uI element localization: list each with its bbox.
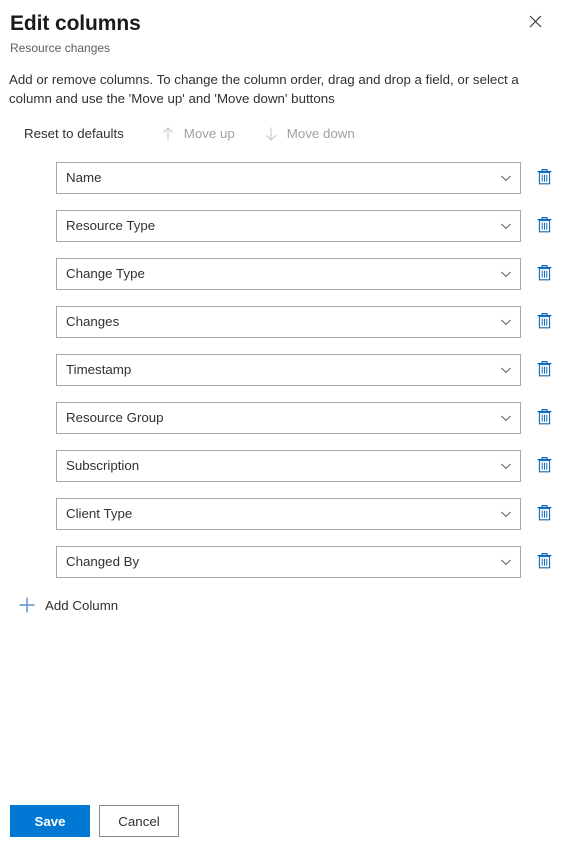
- column-dropdown-5[interactable]: Resource Group: [56, 402, 521, 434]
- column-row: Change Type: [0, 258, 562, 290]
- chevron-down-icon: [492, 412, 520, 424]
- column-dropdown-3[interactable]: Changes: [56, 306, 521, 338]
- delete-column-button-2[interactable]: [529, 259, 559, 289]
- delete-column-button-8[interactable]: [529, 547, 559, 577]
- close-button[interactable]: [520, 6, 550, 36]
- trash-icon: [536, 216, 553, 237]
- columns-list: Name Resource Type Change Type Changes T…: [0, 146, 562, 578]
- column-dropdown-label: Resource Group: [66, 410, 164, 425]
- add-column-label: Add Column: [45, 597, 119, 613]
- column-dropdown-2[interactable]: Change Type: [56, 258, 521, 290]
- column-dropdown-label: Name: [66, 170, 102, 185]
- column-dropdown-7[interactable]: Client Type: [56, 498, 521, 530]
- trash-icon: [536, 504, 553, 525]
- arrow-up-icon: [160, 125, 177, 142]
- delete-column-button-1[interactable]: [529, 211, 559, 241]
- column-row: Changes: [0, 306, 562, 338]
- chevron-down-icon: [492, 508, 520, 520]
- delete-column-button-0[interactable]: [529, 163, 559, 193]
- column-dropdown-4[interactable]: Timestamp: [56, 354, 521, 386]
- delete-column-button-4[interactable]: [529, 355, 559, 385]
- chevron-down-icon: [492, 316, 520, 328]
- chevron-down-icon: [492, 172, 520, 184]
- column-dropdown-label: Timestamp: [66, 362, 132, 377]
- trash-icon: [536, 264, 553, 285]
- cancel-button[interactable]: Cancel: [99, 805, 179, 837]
- delete-column-button-5[interactable]: [529, 403, 559, 433]
- column-dropdown-0[interactable]: Name: [56, 162, 521, 194]
- column-row: Resource Type: [0, 210, 562, 242]
- delete-column-button-3[interactable]: [529, 307, 559, 337]
- trash-icon: [536, 552, 553, 573]
- column-dropdown-label: Changed By: [66, 554, 140, 569]
- move-down-button[interactable]: Move down: [255, 121, 363, 146]
- description-text: Add or remove columns. To change the col…: [9, 72, 519, 106]
- column-dropdown-label: Change Type: [66, 266, 145, 281]
- move-down-label: Move down: [286, 126, 355, 141]
- save-button[interactable]: Save: [10, 805, 90, 837]
- arrow-down-icon: [263, 125, 280, 142]
- chevron-down-icon: [492, 220, 520, 232]
- trash-icon: [536, 312, 553, 333]
- panel-header: Edit columns Resource changes: [0, 0, 562, 56]
- move-up-button[interactable]: Move up: [152, 121, 243, 146]
- trash-icon: [536, 168, 553, 189]
- column-row: Client Type: [0, 498, 562, 530]
- column-dropdown-8[interactable]: Changed By: [56, 546, 521, 578]
- column-dropdown-6[interactable]: Subscription: [56, 450, 521, 482]
- column-row: Timestamp: [0, 354, 562, 386]
- reset-to-defaults-button[interactable]: Reset to defaults: [20, 122, 132, 145]
- delete-column-button-6[interactable]: [529, 451, 559, 481]
- footer-action-bar: Save Cancel: [0, 790, 562, 852]
- column-dropdown-label: Subscription: [66, 458, 140, 473]
- command-bar: Reset to defaults Move up Move down: [0, 108, 562, 146]
- chevron-down-icon: [492, 460, 520, 472]
- chevron-down-icon: [492, 364, 520, 376]
- column-dropdown-label: Client Type: [66, 506, 133, 521]
- delete-column-button-7[interactable]: [529, 499, 559, 529]
- column-dropdown-label: Changes: [66, 314, 120, 329]
- column-dropdown-1[interactable]: Resource Type: [56, 210, 521, 242]
- reset-to-defaults-label: Reset to defaults: [24, 126, 124, 141]
- trash-icon: [536, 360, 553, 381]
- column-row: Subscription: [0, 450, 562, 482]
- column-row: Name: [0, 162, 562, 194]
- page-title: Edit columns: [10, 12, 141, 35]
- move-up-label: Move up: [183, 126, 235, 141]
- panel-subtitle: Resource changes: [10, 41, 111, 55]
- trash-icon: [536, 456, 553, 477]
- column-row: Changed By: [0, 546, 562, 578]
- plus-icon: [18, 596, 36, 614]
- close-icon: [529, 15, 542, 28]
- column-row: Resource Group: [0, 402, 562, 434]
- chevron-down-icon: [492, 556, 520, 568]
- trash-icon: [536, 408, 553, 429]
- column-dropdown-label: Resource Type: [66, 218, 156, 233]
- chevron-down-icon: [492, 268, 520, 280]
- add-column-button[interactable]: Add Column: [8, 594, 124, 616]
